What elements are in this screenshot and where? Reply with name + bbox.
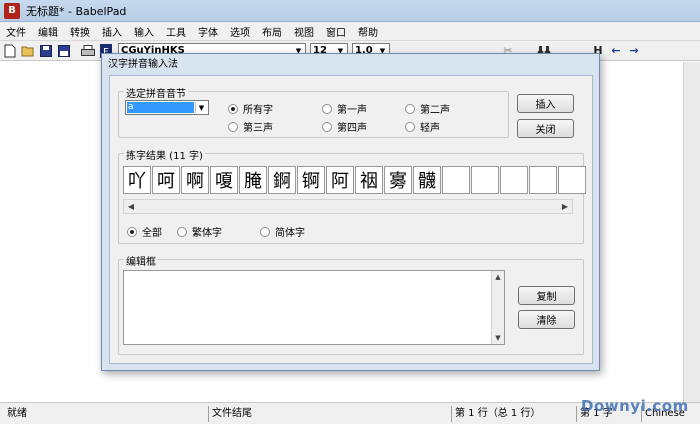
syllable-group: 选定拼音音节 a ▼ 所有字 第一声 第二声 第三声 第四声 轻声 [118, 85, 509, 138]
radio-dot [228, 121, 238, 132]
edit-group-label: 编辑框 [124, 253, 158, 268]
tone-third-radio[interactable]: 第三声 [228, 119, 273, 134]
menu-edit[interactable]: 编辑 [32, 24, 64, 39]
filter-simplified-radio[interactable]: 简体字 [260, 224, 305, 239]
menu-input[interactable]: 输入 [128, 24, 160, 39]
pinyin-input-dialog: 汉字拼音输入法 选定拼音音节 a ▼ 所有字 第一声 第二声 第三声 第四声 轻… [101, 53, 600, 371]
character-cell[interactable]: 锕 [297, 166, 325, 194]
character-cell[interactable]: 啊 [181, 166, 209, 194]
chevron-down-icon: ▼ [195, 102, 207, 113]
menu-help[interactable]: 帮助 [352, 24, 384, 39]
tone-fourth-label: 第四声 [337, 123, 367, 134]
menu-bar: 文件 编辑 转换 插入 输入 工具 字体 选项 布局 视图 窗口 帮助 [0, 22, 700, 41]
tone-second-label: 第二声 [420, 105, 450, 116]
results-scrollbar[interactable]: ◀ ▶ [123, 199, 573, 214]
tone-first-radio[interactable]: 第一声 [322, 101, 367, 116]
tone-fourth-radio[interactable]: 第四声 [322, 119, 367, 134]
character-cell[interactable]: 䄄 [355, 166, 383, 194]
filter-all-radio[interactable]: 全部 [127, 224, 162, 239]
window-title: 无标题* - BabelPad [26, 4, 127, 18]
tone-third-label: 第三声 [243, 123, 273, 134]
filter-traditional-label: 繁体字 [192, 228, 222, 239]
character-cell[interactable]: 嗄 [210, 166, 238, 194]
radio-dot [127, 226, 137, 237]
print-icon[interactable] [80, 43, 96, 59]
character-cell[interactable]: 㝰 [384, 166, 412, 194]
menu-view[interactable]: 视图 [288, 24, 320, 39]
scroll-down-icon[interactable]: ▼ [492, 332, 504, 344]
character-cell[interactable] [442, 166, 470, 194]
filter-all-label: 全部 [142, 228, 162, 239]
tone-all-label: 所有字 [243, 105, 273, 116]
character-cell[interactable] [471, 166, 499, 194]
radio-dot [228, 103, 238, 114]
menu-font[interactable]: 字体 [192, 24, 224, 39]
menu-window[interactable]: 窗口 [320, 24, 352, 39]
dialog-title: 汉字拼音输入法 [108, 59, 178, 70]
radio-dot [405, 121, 415, 132]
close-button[interactable]: 关闭 [517, 119, 574, 138]
copy-button[interactable]: 复制 [518, 286, 575, 305]
menu-insert[interactable]: 插入 [96, 24, 128, 39]
tone-neutral-label: 轻声 [420, 123, 440, 134]
character-cell[interactable]: 錒 [268, 166, 296, 194]
edit-textarea[interactable]: ▲ ▼ [123, 270, 505, 345]
insert-button[interactable]: 插入 [517, 94, 574, 113]
menu-file[interactable]: 文件 [0, 24, 32, 39]
arrow-left-icon[interactable]: ← [608, 43, 624, 59]
tone-first-label: 第一声 [337, 105, 367, 116]
open-icon[interactable] [20, 43, 36, 59]
menu-layout[interactable]: 布局 [256, 24, 288, 39]
scroll-left-icon[interactable]: ◀ [124, 200, 138, 213]
character-cell[interactable]: 呵 [152, 166, 180, 194]
menu-options[interactable]: 选项 [224, 24, 256, 39]
character-cell[interactable]: 吖 [123, 166, 151, 194]
dialog-body: 选定拼音音节 a ▼ 所有字 第一声 第二声 第三声 第四声 轻声 插入 关闭 … [109, 75, 593, 364]
scroll-right-icon[interactable]: ▶ [558, 200, 572, 213]
save-icon[interactable] [38, 43, 54, 59]
edit-scrollbar[interactable]: ▲ ▼ [491, 271, 504, 344]
menu-tools[interactable]: 工具 [160, 24, 192, 39]
tone-second-radio[interactable]: 第二声 [405, 101, 450, 116]
character-cell[interactable]: 阿 [326, 166, 354, 194]
watermark: Downyi.com [581, 397, 689, 415]
radio-dot [322, 103, 332, 114]
radio-dot [260, 226, 270, 237]
title-bar: B 无标题* - BabelPad [0, 0, 700, 22]
status-line: 第 1 行（总 1 行） [451, 406, 573, 422]
status-ready: 就绪 [7, 408, 27, 419]
menu-convert[interactable]: 转换 [64, 24, 96, 39]
results-group-label: 拣字结果 (11 字) [124, 147, 205, 162]
clear-button[interactable]: 清除 [518, 310, 575, 329]
scroll-up-icon[interactable]: ▲ [492, 271, 504, 283]
filter-traditional-radio[interactable]: 繁体字 [177, 224, 222, 239]
document-scrollbar[interactable] [683, 62, 700, 402]
character-cell[interactable] [500, 166, 528, 194]
radio-dot [405, 103, 415, 114]
character-cell[interactable] [558, 166, 586, 194]
syllable-select[interactable]: a ▼ [125, 100, 209, 115]
syllable-value: a [127, 102, 194, 113]
status-file-position: 文件结尾 [208, 406, 448, 422]
character-cell[interactable]: 䯦 [413, 166, 441, 194]
save-all-icon[interactable] [56, 43, 72, 59]
filter-simplified-label: 简体字 [275, 228, 305, 239]
character-cell[interactable] [529, 166, 557, 194]
new-icon[interactable] [2, 43, 18, 59]
tone-all-radio[interactable]: 所有字 [228, 101, 273, 116]
results-group: 拣字结果 (11 字) 吖 呵 啊 嗄 腌 錒 锕 阿 䄄 㝰 䯦 ◀ ▶ 全部… [118, 147, 587, 244]
syllable-group-label: 选定拼音音节 [124, 85, 188, 100]
arrow-right-icon[interactable]: → [626, 43, 642, 59]
app-icon: B [4, 2, 20, 19]
character-cell[interactable]: 腌 [239, 166, 267, 194]
edit-group: 编辑框 ▲ ▼ 复制 清除 [118, 253, 584, 355]
radio-dot [177, 226, 187, 237]
radio-dot [322, 121, 332, 132]
character-grid: 吖 呵 啊 嗄 腌 錒 锕 阿 䄄 㝰 䯦 [123, 166, 587, 194]
tone-neutral-radio[interactable]: 轻声 [405, 119, 440, 134]
